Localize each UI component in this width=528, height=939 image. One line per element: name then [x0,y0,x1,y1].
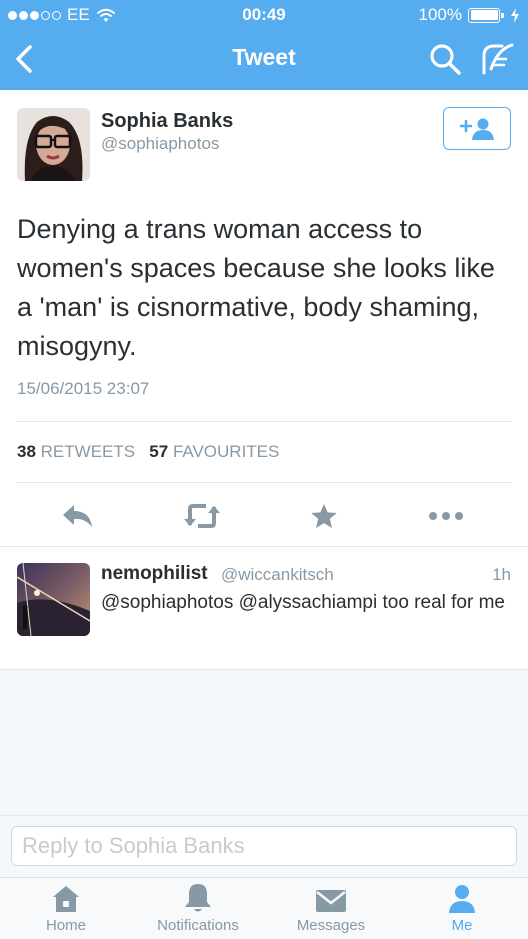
tab-label: Me [451,917,473,934]
envelope-icon [316,890,346,912]
more-icon [429,512,463,520]
reply-button[interactable] [58,498,98,534]
favourites-count: 57 [149,442,169,461]
favourites-stat[interactable]: 57 FAVOURITES [149,442,279,461]
tweet-stats: 38 RETWEETS 57 FAVOURITES [17,442,279,462]
divider [17,421,511,422]
tab-label: Notifications [157,917,239,934]
nav-bar: Tweet [0,30,528,90]
author-avatar[interactable] [17,108,90,181]
author-handle[interactable]: @sophiaphotos [101,134,219,154]
status-bar: EE 00:49 100% [0,0,528,30]
divider [17,482,511,483]
battery-percent: 100% [418,5,462,24]
tweet-actions [0,498,528,534]
tab-notifications[interactable]: Notifications [148,878,248,939]
reply-bar [0,815,528,877]
favourites-label: FAVOURITES [172,442,280,461]
tab-messages[interactable]: Messages [288,878,374,939]
reply-time: 1h [492,565,511,584]
star-icon [311,504,337,528]
compose-icon[interactable] [480,42,514,76]
reply-icon [63,505,92,527]
tab-label: Home [45,917,86,934]
tweet-detail: Sophia Banks @sophiaphotos Denying a tra… [0,90,528,546]
retweets-label: RETWEETS [40,442,136,461]
reply-author-handle[interactable]: @wiccankitsch [221,565,334,585]
search-icon[interactable] [428,42,462,76]
tab-home[interactable]: Home [33,878,99,939]
retweets-stat[interactable]: 38 RETWEETS [17,442,135,461]
reply-avatar[interactable] [17,563,90,636]
retweets-count: 38 [17,442,36,461]
bell-icon [185,884,211,912]
status-right: 100% [419,5,520,25]
person-icon [449,885,475,913]
battery-icon [468,7,504,23]
tweet-text: Denying a trans woman access to women's … [17,214,495,361]
retweet-button[interactable] [182,498,222,534]
tab-me[interactable]: Me [432,878,492,939]
retweet-icon [184,504,220,528]
author-name[interactable]: Sophia Banks [101,110,233,133]
reply-text: @sophiaphotos @alyssachiampi too real fo… [101,592,505,613]
more-button[interactable] [426,498,466,534]
favourite-button[interactable] [304,498,344,534]
reply-tweet[interactable]: nemophilist @wiccankitsch 1h @sophiaphot… [0,546,528,670]
add-user-icon [459,118,494,140]
top-bar: EE 00:49 100% Tweet [0,0,528,90]
reply-input[interactable] [11,826,517,866]
reply-author-name[interactable]: nemophilist [101,563,208,585]
tab-bar: Home Notifications Messages Me [0,877,528,939]
charging-icon [511,7,519,23]
follow-button[interactable] [443,107,511,150]
tab-label: Messages [296,917,366,934]
home-icon [53,886,79,912]
tweet-timestamp: 15/06/2015 23:07 [17,379,150,398]
